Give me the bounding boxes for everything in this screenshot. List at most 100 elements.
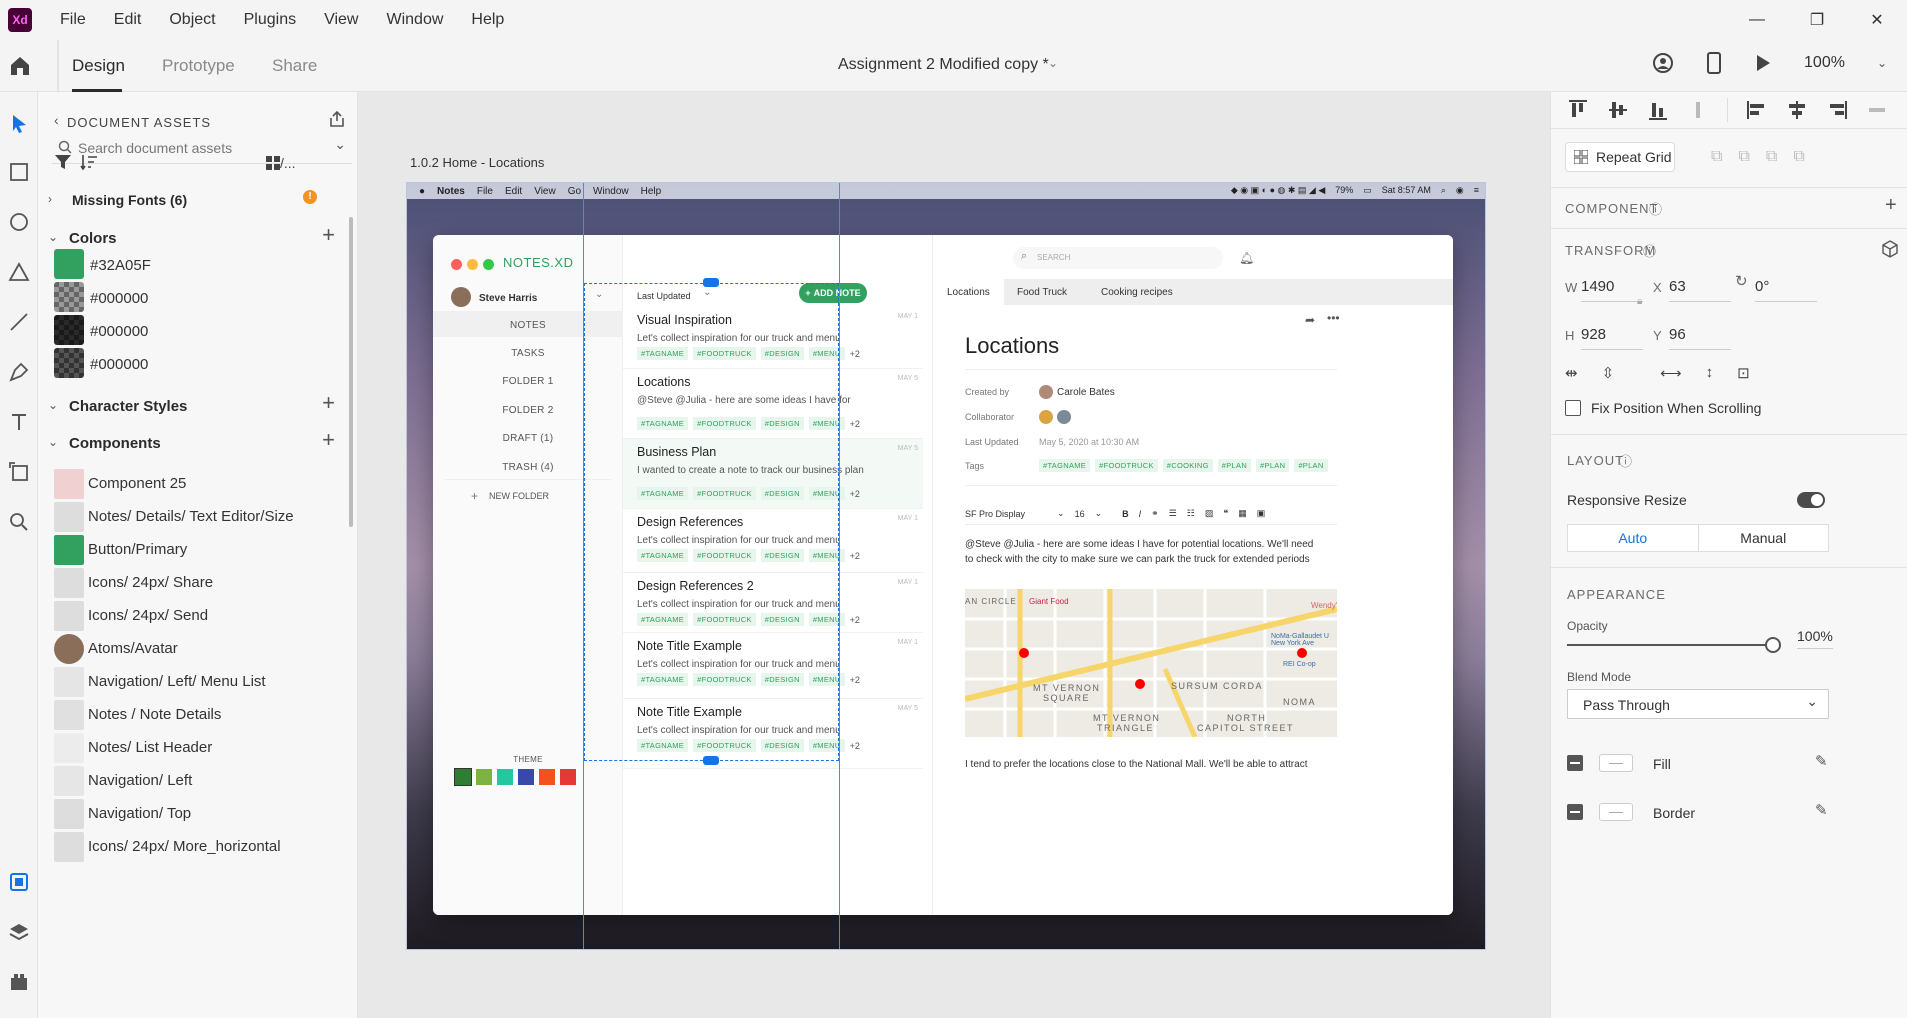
tag-badge[interactable]: #PLAN (1256, 459, 1290, 472)
align-right-icon[interactable] (1826, 99, 1848, 121)
resize-handle[interactable] (703, 278, 719, 287)
list-view-icon[interactable]: /... (280, 155, 296, 171)
tag-badge[interactable]: #PLAN (1294, 459, 1328, 472)
menu-view[interactable]: View (324, 11, 358, 29)
more-horizontal-icon[interactable]: ••• (1327, 311, 1340, 325)
flip-vertical-icon[interactable]: ⇳ (1602, 364, 1615, 382)
font-size-select[interactable]: 16 (1075, 509, 1085, 519)
tab-locations[interactable]: Locations (933, 279, 1004, 305)
color-swatch[interactable] (54, 315, 84, 345)
layers-icon[interactable] (7, 920, 31, 944)
theme-swatch[interactable] (476, 769, 492, 785)
tags-more[interactable]: +2 (850, 551, 860, 561)
opacity-handle[interactable] (1765, 637, 1781, 653)
component-label[interactable]: Icons/ 24px/ Send (88, 607, 208, 624)
collapse-components-icon[interactable]: ⌄ (48, 435, 58, 449)
add-component-icon[interactable]: + (322, 427, 335, 453)
link-icon[interactable]: ⚭ (1151, 508, 1159, 519)
distribute-horizontal-icon[interactable] (1866, 99, 1888, 121)
ellipse-icon[interactable] (7, 210, 31, 234)
sort-icon[interactable] (80, 154, 98, 170)
component-label[interactable]: Navigation/ Left (88, 772, 192, 789)
text-icon[interactable] (7, 410, 31, 434)
tags-more[interactable]: +2 (850, 675, 860, 685)
flip-horizontal-icon[interactable]: ⇹ (1565, 364, 1578, 382)
font-select[interactable]: SF Pro Display (965, 509, 1025, 519)
add-component-icon[interactable]: + (1885, 194, 1897, 217)
fix-position-checkbox[interactable] (1565, 400, 1581, 416)
user-name[interactable]: Steve Harris (479, 293, 537, 304)
auto-button[interactable]: Auto (1568, 525, 1699, 551)
triangle-icon[interactable] (7, 260, 31, 284)
component-label[interactable]: Atoms/Avatar (88, 640, 178, 657)
add-color-icon[interactable]: + (322, 222, 335, 248)
border-swatch[interactable] (1599, 803, 1633, 821)
theme-swatch[interactable] (539, 769, 555, 785)
invite-user-icon[interactable] (1652, 52, 1674, 74)
color-swatch[interactable] (54, 348, 84, 378)
zoom-level[interactable]: 100% (1804, 54, 1845, 72)
x-field[interactable]: 63 (1669, 278, 1731, 302)
menu-help[interactable]: Help (471, 11, 504, 29)
component-thumbnail[interactable] (54, 502, 84, 532)
search-input[interactable]: SEARCH (1037, 253, 1070, 262)
menu-object[interactable]: Object (169, 11, 215, 29)
theme-swatch[interactable] (454, 768, 472, 786)
align-middle-icon[interactable] (1607, 99, 1629, 121)
note-paragraph[interactable]: I tend to prefer the locations close to … (965, 759, 1307, 770)
y-field[interactable]: 96 (1669, 326, 1731, 350)
assets-icon[interactable] (7, 870, 31, 894)
bullet-list-icon[interactable]: ☰ (1169, 508, 1177, 519)
tag-badge[interactable]: #PLAN (1217, 459, 1252, 472)
border-checkbox[interactable] (1567, 804, 1583, 820)
tag-badge[interactable]: #FOODTRUCK (1095, 459, 1158, 472)
selection-box[interactable] (584, 283, 839, 761)
collapse-char-styles-icon[interactable]: ⌄ (48, 398, 58, 412)
responsive-toggle[interactable] (1797, 492, 1825, 508)
play-icon[interactable] (1754, 53, 1772, 73)
artboard-label[interactable]: 1.0.2 Home - Locations (410, 155, 544, 170)
eyedropper-icon[interactable]: ✎ (1815, 752, 1828, 770)
image-icon[interactable]: ▨ (1205, 508, 1214, 519)
fit-icon[interactable]: ⊡ (1737, 364, 1750, 382)
component-thumbnail[interactable] (54, 535, 84, 565)
tags-more[interactable]: +2 (850, 615, 860, 625)
tags-more[interactable]: +2 (850, 489, 860, 499)
menu-plugins[interactable]: Plugins (244, 11, 296, 29)
component-label[interactable]: Notes/ List Header (88, 739, 212, 756)
tab-food-truck[interactable]: Food Truck (1003, 279, 1081, 305)
component-thumbnail[interactable] (54, 733, 84, 763)
zoom-icon[interactable] (7, 510, 31, 534)
component-label[interactable]: Icons/ 24px/ More_horizontal (88, 838, 281, 855)
menu-window[interactable]: Window (386, 11, 443, 29)
align-top-icon[interactable] (1567, 99, 1589, 121)
font-chevron-icon[interactable]: ⌄ (1057, 508, 1065, 519)
artboard-icon[interactable] (7, 460, 31, 484)
new-folder-button[interactable]: NEW FOLDER (489, 491, 549, 501)
component-label[interactable]: Button/Primary (88, 541, 187, 558)
component-thumbnail[interactable] (54, 601, 84, 631)
embed-icon[interactable]: ▣ (1257, 508, 1266, 519)
opacity-slider[interactable] (1567, 644, 1767, 646)
tags-more[interactable]: +2 (850, 419, 860, 429)
device-preview-icon[interactable] (1706, 52, 1722, 74)
search-field[interactable]: ⌕ SEARCH (1013, 247, 1223, 269)
grid-view-icon[interactable] (266, 156, 280, 170)
component-thumbnail[interactable] (54, 766, 84, 796)
component-thumbnail[interactable] (54, 568, 84, 598)
tags-more[interactable]: +2 (850, 349, 860, 359)
add-char-style-icon[interactable]: + (322, 390, 335, 416)
tag-badge[interactable]: #COOKING (1162, 459, 1213, 472)
theme-swatch[interactable] (560, 769, 576, 785)
repeat-grid-button[interactable]: Repeat Grid (1565, 142, 1675, 172)
align-center-icon[interactable] (1786, 99, 1808, 121)
quote-icon[interactable]: ❝ (1223, 508, 1228, 519)
rectangle-icon[interactable] (7, 160, 31, 184)
component-label[interactable]: Icons/ 24px/ Share (88, 574, 213, 591)
document-title[interactable]: Assignment 2 Modified copy * (838, 56, 1049, 74)
align-left-icon[interactable] (1746, 99, 1768, 121)
component-thumbnail[interactable] (54, 799, 84, 829)
component-thumbnail[interactable] (54, 700, 84, 730)
add-icon[interactable]: ⧉ (1711, 148, 1722, 166)
bell-icon[interactable]: 🔔︎ (1239, 251, 1254, 265)
